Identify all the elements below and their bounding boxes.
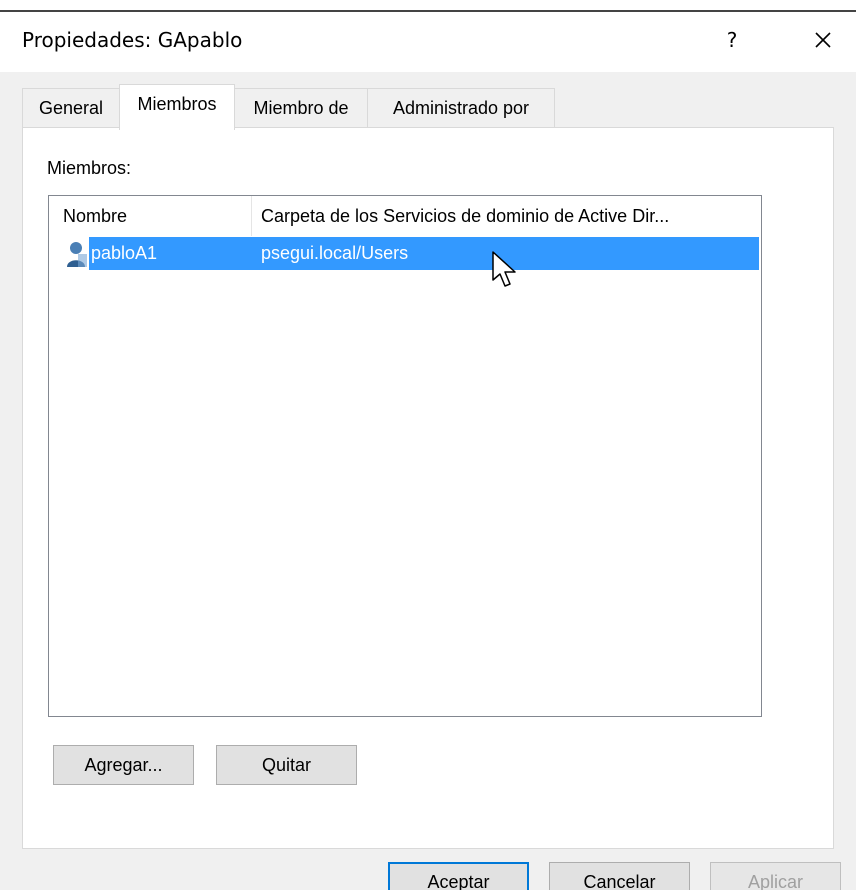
- close-icon: [815, 32, 831, 48]
- members-list[interactable]: Nombre Carpeta de los Servicios de domin…: [48, 195, 762, 717]
- tab-strip: General Miembros Miembro de Administrado…: [22, 84, 842, 130]
- tab-administrado-por[interactable]: Administrado por: [367, 88, 555, 128]
- user-icon: [67, 242, 87, 267]
- member-name: pabloA1: [91, 243, 158, 263]
- cancel-button[interactable]: Cancelar: [549, 862, 690, 890]
- ok-button[interactable]: Aceptar: [388, 862, 529, 890]
- help-button[interactable]: ?: [712, 20, 752, 60]
- table-row[interactable]: pabloA1 psegui.local/Users: [89, 237, 759, 270]
- remove-button[interactable]: Quitar: [216, 745, 357, 785]
- members-tab-panel: Miembros: Nombre Carpeta de los Servicio…: [22, 127, 834, 849]
- tab-miembros-label: Miembros: [137, 94, 217, 114]
- members-label: Miembros:: [47, 158, 132, 178]
- properties-dialog: Propiedades: GApablo ? General Miembros …: [0, 0, 856, 890]
- member-folder: psegui.local/Users: [261, 243, 409, 263]
- tab-administrado-por-label: Administrado por: [392, 98, 530, 118]
- tab-general-label: General: [38, 98, 104, 118]
- add-button[interactable]: Agregar...: [53, 745, 194, 785]
- column-header-name[interactable]: Nombre: [49, 196, 251, 236]
- tab-miembro-de[interactable]: Miembro de: [234, 88, 368, 128]
- window-title: Propiedades: GApablo: [22, 28, 243, 52]
- window-top-edge: [0, 0, 856, 12]
- list-header: Nombre Carpeta de los Servicios de domin…: [49, 196, 761, 236]
- mouse-cursor-icon: [492, 251, 516, 287]
- column-header-folder[interactable]: Carpeta de los Servicios de dominio de A…: [252, 196, 761, 236]
- title-bar[interactable]: Propiedades: GApablo ?: [0, 12, 856, 72]
- tab-general[interactable]: General: [22, 88, 120, 128]
- tab-miembros[interactable]: Miembros: [119, 84, 235, 130]
- apply-button[interactable]: Aplicar: [710, 862, 841, 890]
- tab-miembro-de-label: Miembro de: [253, 98, 349, 118]
- close-button[interactable]: [800, 20, 846, 60]
